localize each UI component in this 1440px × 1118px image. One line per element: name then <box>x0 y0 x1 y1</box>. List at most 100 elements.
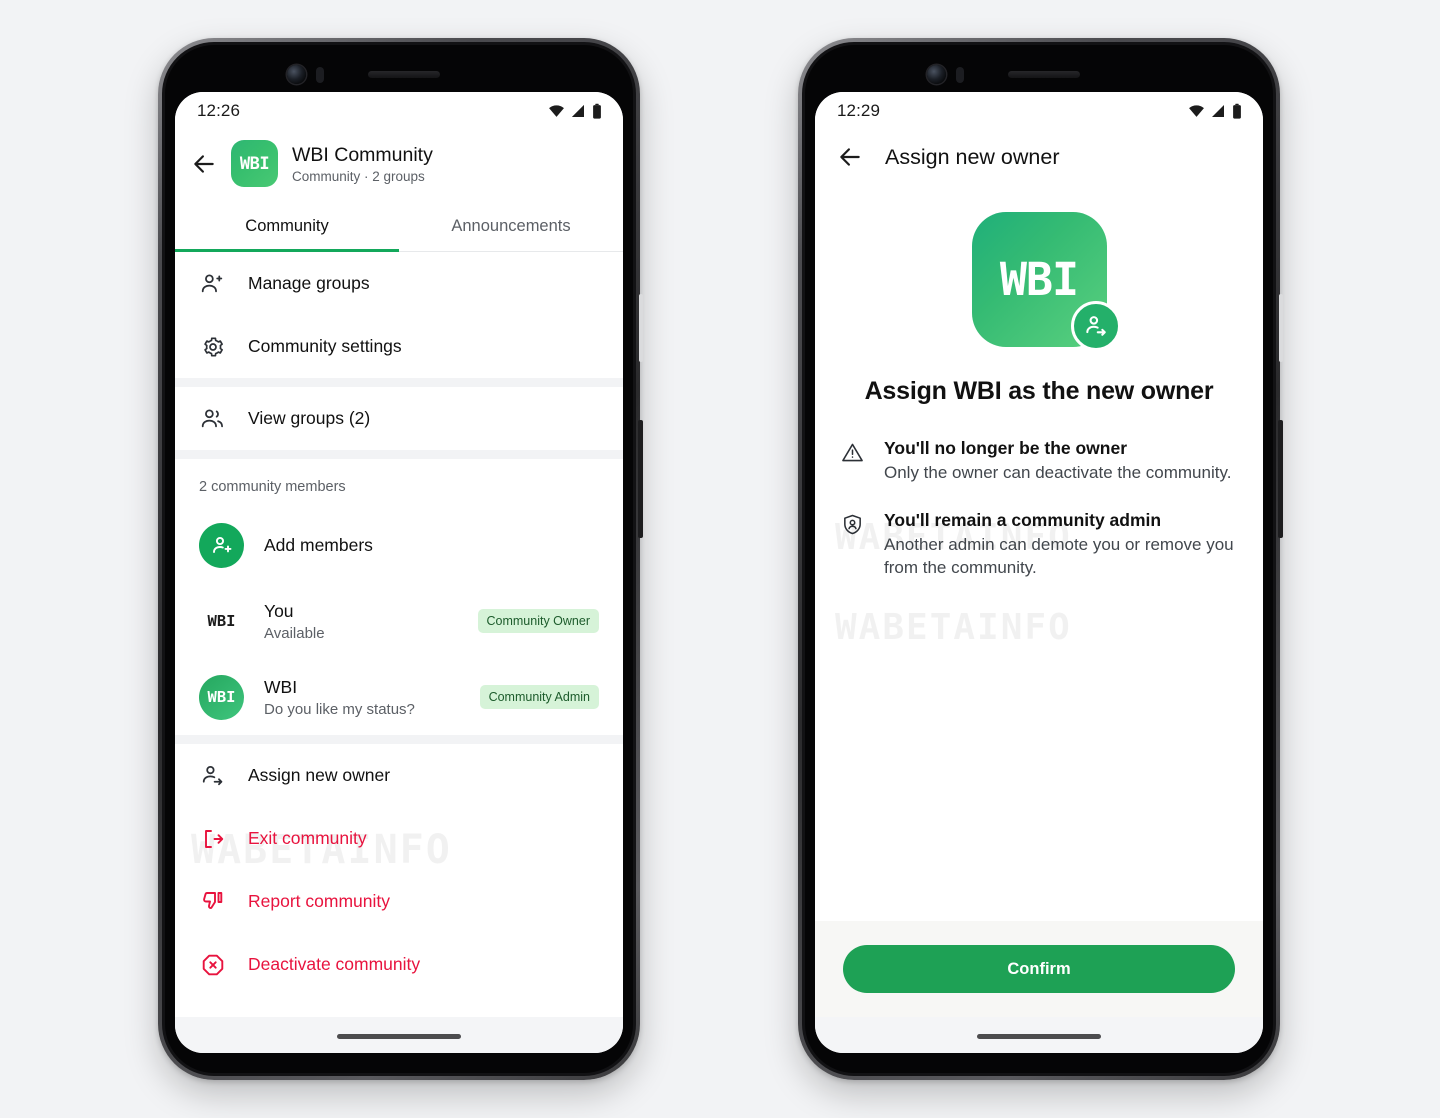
screen-right: 12:29 Assign new owner WBI Assign WBI as… <box>815 92 1263 1053</box>
row-label: Deactivate community <box>248 954 421 974</box>
proximity-sensor-icon <box>316 67 324 83</box>
screen-left: 12:26 WBI WBI Community Community · 2 gr… <box>175 92 623 1053</box>
tab-announcements[interactable]: Announcements <box>399 203 623 251</box>
app-icon-wrap: WBI <box>841 190 1237 351</box>
back-arrow-icon[interactable] <box>837 144 863 170</box>
page-title: WBI Community <box>292 143 433 166</box>
info-desc: Another admin can demote you or remove y… <box>884 535 1234 577</box>
divider <box>175 378 623 387</box>
earpiece-speaker-icon <box>368 71 440 78</box>
row-label: Exit community <box>248 828 367 848</box>
row-exit-community[interactable]: Exit community <box>175 807 623 870</box>
power-button[interactable] <box>1278 420 1283 538</box>
volume-button[interactable] <box>1279 294 1283 362</box>
row-view-groups[interactable]: View groups (2) <box>175 387 623 450</box>
assign-owner-icon <box>1070 301 1121 351</box>
view-groups-section: View groups (2) <box>175 387 623 450</box>
person-add-icon <box>199 270 226 297</box>
info-item-admin-note: You'll remain a community admin Another … <box>841 510 1237 579</box>
screenshot-canvas: 12:26 WBI WBI Community Community · 2 gr… <box>0 0 1440 1118</box>
row-report-community[interactable]: Report community <box>175 870 623 933</box>
cellular-signal-icon <box>572 105 584 117</box>
warning-triangle-icon <box>841 438 866 484</box>
status-badge: Community Owner <box>477 609 599 633</box>
row-label: Manage groups <box>248 273 370 293</box>
info-title: You'll remain a community admin <box>884 510 1162 531</box>
page-title: Assign new owner <box>885 144 1060 169</box>
earpiece-speaker-icon <box>1008 71 1080 78</box>
info-desc: Only the owner can deactivate the commun… <box>884 463 1232 482</box>
status-time: 12:29 <box>837 101 881 120</box>
info-item-texts: You'll remain a community admin Another … <box>884 510 1237 579</box>
home-indicator[interactable] <box>977 1034 1101 1039</box>
avatar[interactable]: WBI <box>199 598 244 644</box>
battery-icon <box>1233 103 1241 119</box>
member-texts: You Available <box>264 601 458 642</box>
divider <box>175 735 623 744</box>
app-icon-label: WBI <box>999 253 1079 306</box>
members-section: 2 community members Add members WBI You <box>175 459 623 735</box>
phone-right: 12:29 Assign new owner WBI Assign WBI as… <box>798 38 1283 1080</box>
list-item[interactable]: WBI You Available Community Owner <box>175 583 623 659</box>
list-item[interactable]: WBI WBI Do you like my status? Community… <box>175 659 623 735</box>
wifi-icon <box>1189 104 1204 117</box>
info-list: You'll no longer be the owner Only the o… <box>841 438 1237 579</box>
row-community-settings[interactable]: Community settings <box>175 315 623 378</box>
community-avatar[interactable]: WBI <box>231 140 278 187</box>
assign-owner-body: WBI Assign WBI as the new owner WABETAIN… <box>815 190 1263 941</box>
assign-owner-heading: Assign WBI as the new owner <box>864 377 1214 405</box>
front-camera-icon <box>927 65 946 84</box>
exit-icon <box>199 825 226 852</box>
phone-bezel: 12:26 WBI WBI Community Community · 2 gr… <box>165 45 633 1073</box>
confirm-button[interactable]: Confirm <box>843 945 1235 993</box>
row-deactivate-community[interactable]: Deactivate community <box>175 933 623 996</box>
assign-owner-icon <box>199 762 226 789</box>
shield-person-icon <box>841 510 866 579</box>
community-app-icon: WBI <box>971 212 1121 351</box>
row-label: View groups (2) <box>248 408 371 428</box>
wifi-icon <box>549 104 564 117</box>
person-add-filled-icon <box>199 522 244 568</box>
status-icon-group <box>548 103 603 120</box>
avatar-label: WBI <box>207 688 236 706</box>
app-bar: Assign new owner <box>815 130 1263 190</box>
home-indicator[interactable] <box>337 1034 461 1039</box>
octagon-x-icon <box>199 951 226 978</box>
battery-icon <box>593 103 601 119</box>
proximity-sensor-icon <box>956 67 964 83</box>
avatar[interactable]: WBI <box>199 674 244 720</box>
row-assign-new-owner[interactable]: Assign new owner <box>175 744 623 807</box>
back-arrow-icon[interactable] <box>191 151 217 177</box>
member-name: WBI <box>264 676 298 697</box>
info-item-texts: You'll no longer be the owner Only the o… <box>884 438 1231 484</box>
community-avatar-label: WBI <box>239 153 270 174</box>
tab-bar: Community Announcements <box>175 203 623 252</box>
front-camera-icon <box>287 65 306 84</box>
info-title: You'll no longer be the owner <box>884 438 1128 458</box>
row-add-members[interactable]: Add members <box>175 507 623 583</box>
avatar-label: WBI <box>207 612 236 630</box>
row-manage-groups[interactable]: Manage groups <box>175 252 623 315</box>
tab-community[interactable]: Community <box>175 203 399 251</box>
member-status: Available <box>264 624 325 642</box>
people-icon <box>199 405 226 432</box>
gear-icon <box>199 333 226 360</box>
member-texts: WBI Do you like my status? <box>264 677 460 718</box>
page-subtitle: Community · 2 groups <box>292 168 425 184</box>
divider <box>175 450 623 459</box>
status-badge: Community Admin <box>479 685 599 709</box>
phone-left: 12:26 WBI WBI Community Community · 2 gr… <box>158 38 643 1080</box>
power-button[interactable] <box>638 420 643 538</box>
member-status: Do you like my status? <box>264 700 415 718</box>
app-bar-texts: WBI Community Community · 2 groups <box>292 144 433 184</box>
volume-button[interactable] <box>639 294 643 362</box>
status-bar: 12:29 <box>815 92 1263 130</box>
member-name: You <box>264 600 294 621</box>
footer-bar: Confirm <box>815 921 1263 1017</box>
cellular-signal-icon <box>1212 105 1224 117</box>
navigation-area <box>815 1017 1263 1053</box>
group-actions-section: Manage groups Community settings <box>175 252 623 378</box>
row-label: Community settings <box>248 336 402 356</box>
navigation-area <box>175 1017 623 1053</box>
row-label: Report community <box>248 891 390 911</box>
